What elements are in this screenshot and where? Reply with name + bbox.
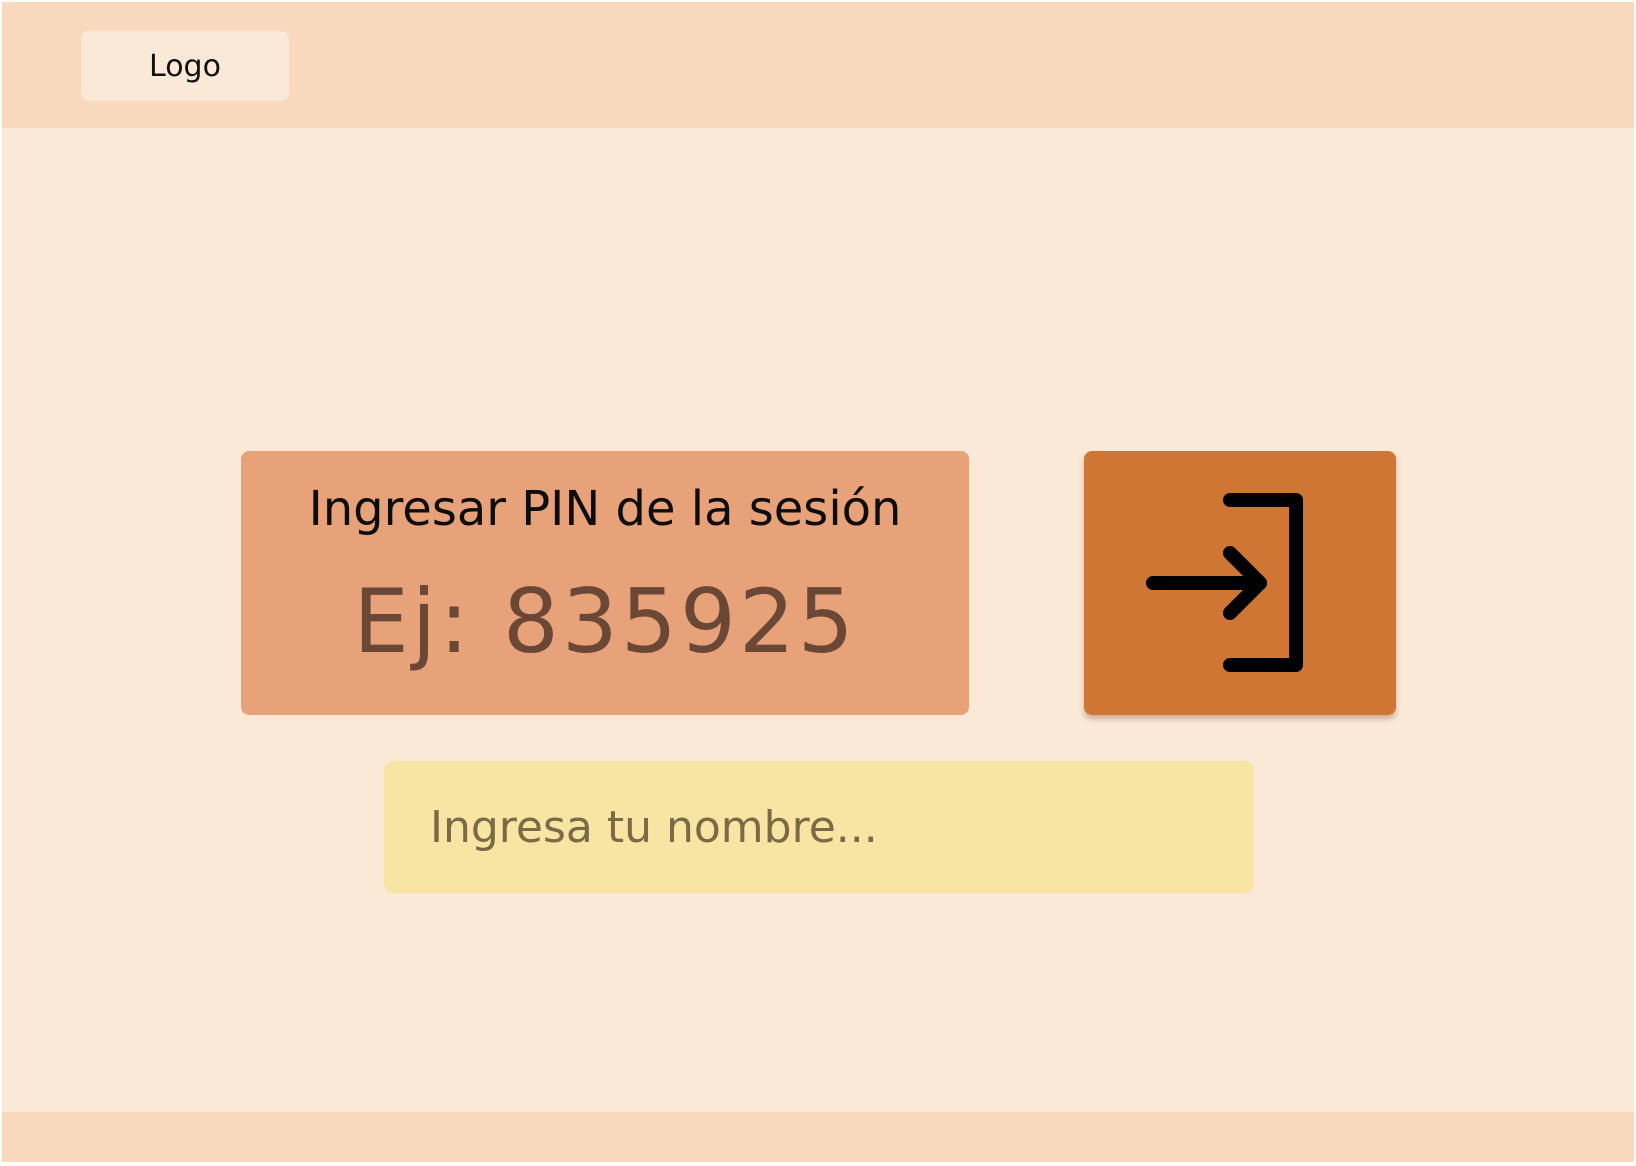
log-in-icon bbox=[1146, 493, 1303, 672]
page: Logo Ingresar PIN de la sesión bbox=[2, 2, 1634, 1162]
bottom-bar bbox=[2, 1112, 1634, 1162]
logo[interactable]: Logo bbox=[81, 31, 289, 101]
name-input[interactable] bbox=[384, 761, 1254, 893]
pin-card: Ingresar PIN de la sesión bbox=[241, 451, 969, 715]
logo-label: Logo bbox=[149, 48, 221, 84]
pin-label: Ingresar PIN de la sesión bbox=[308, 481, 902, 537]
top-bar: Logo bbox=[2, 2, 1634, 128]
join-session-button[interactable] bbox=[1084, 451, 1396, 715]
pin-input[interactable] bbox=[281, 569, 929, 673]
